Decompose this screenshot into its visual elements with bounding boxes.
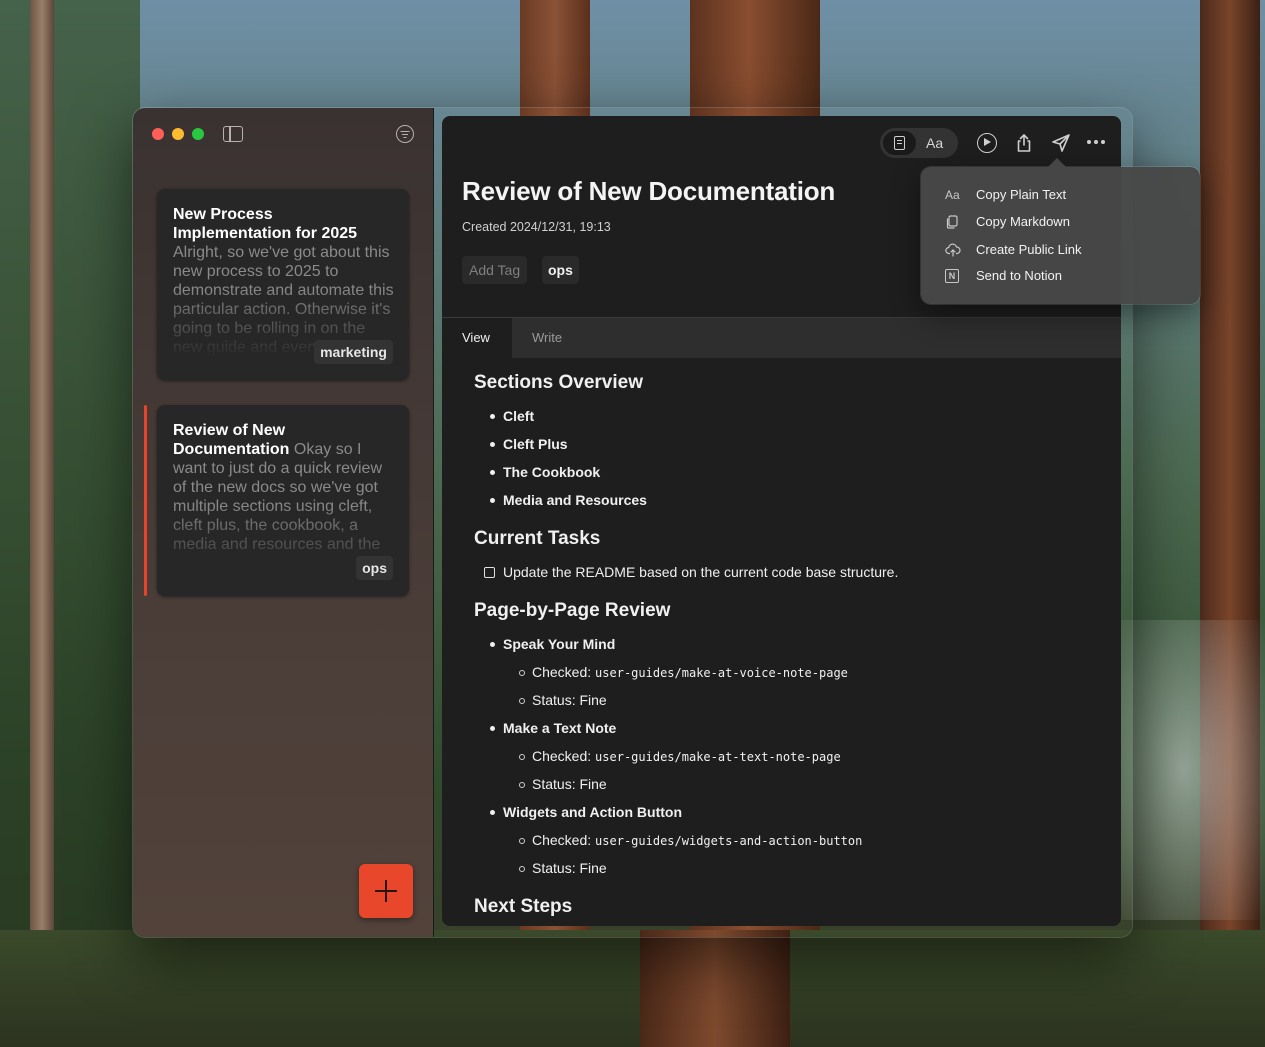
add-tag-button[interactable]: Add Tag [462, 256, 528, 284]
list-item: Make a Text Note [474, 714, 1094, 742]
sub-list-item: Checked: user-guides/make-at-text-note-p… [474, 742, 1094, 770]
display-mode-toggle: Aa [880, 128, 958, 158]
notion-glyph: N [948, 271, 956, 281]
text-format-icon: Aa [945, 188, 960, 202]
tag-chip[interactable]: ops [542, 256, 579, 284]
tab-write[interactable]: Write [512, 318, 582, 358]
more-options-icon[interactable] [1087, 140, 1107, 146]
menu-item-label: Create Public Link [976, 242, 1082, 257]
note-card-selected[interactable]: Review of New Documentation Okay so I wa… [157, 405, 409, 596]
note-tag: ops [356, 556, 393, 580]
selection-indicator [144, 405, 147, 596]
document-mode-button[interactable] [883, 131, 916, 155]
sub-list-item: Status: Fine [474, 854, 1094, 882]
menu-item-label: Copy Plain Text [976, 187, 1067, 202]
page-path: user-guides/make-at-text-note-page [595, 750, 841, 764]
sub-list-item: Checked: user-guides/widgets-and-action-… [474, 826, 1094, 854]
document-icon [894, 136, 905, 150]
section-heading: Page-by-Page Review [474, 600, 671, 621]
notion-icon: N [945, 269, 959, 283]
send-icon[interactable] [1051, 133, 1071, 153]
note-preview: Alright, so we've got about this new pro… [173, 244, 394, 355]
list-item: Widgets and Action Button [474, 798, 1094, 826]
page-path: user-guides/widgets-and-action-button [595, 834, 863, 848]
menu-item-label: Copy Markdown [976, 214, 1070, 229]
section-heading: Current Tasks [474, 528, 601, 549]
checked-label: Checked: [532, 664, 592, 680]
cloud-link-icon [945, 243, 961, 257]
section-heading: Sections Overview [474, 372, 643, 393]
sidebar-toggle-icon[interactable] [223, 126, 243, 142]
list-item: Speak Your Mind [474, 630, 1094, 658]
menu-item-copy-plain-text[interactable]: Aa Copy Plain Text [921, 182, 1200, 208]
note-text: Review of New Documentation Okay so I wa… [173, 421, 395, 571]
page-path: user-guides/make-at-voice-note-page [595, 666, 848, 680]
menu-item-send-to-notion[interactable]: N Send to Notion [921, 263, 1200, 289]
list-item: Media and Resources [474, 486, 1094, 514]
sub-list-item: Status: Fine [474, 770, 1094, 798]
note-title: New Process Implementation for 2025 [173, 206, 358, 242]
share-icon[interactable] [1014, 133, 1034, 153]
wallpaper-foliage [0, 0, 140, 1047]
window-controls [152, 128, 204, 140]
view-write-tabs: View Write [442, 317, 1121, 358]
list-item: Cleft Plus [474, 430, 1094, 458]
wallpaper-ground [0, 930, 1265, 1047]
note-text: New Process Implementation for 2025 Alri… [173, 205, 395, 355]
markdown-view: Sections Overview Cleft Cleft Plus The C… [474, 372, 1094, 920]
checked-label: Checked: [532, 748, 592, 764]
menu-item-label: Send to Notion [976, 268, 1063, 283]
list-item: Cleft [474, 402, 1094, 430]
sub-list-item: Status: Fine [474, 686, 1094, 714]
minimize-window-button[interactable] [172, 128, 184, 140]
new-note-button[interactable] [359, 864, 413, 918]
task-label: Update the README based on the current c… [503, 564, 899, 580]
task-item: Update the README based on the current c… [474, 558, 1094, 586]
list-item: The Cookbook [474, 458, 1094, 486]
task-checkbox[interactable] [484, 567, 495, 578]
tab-view[interactable]: View [442, 318, 512, 358]
font-mode-button[interactable]: Aa [926, 135, 943, 151]
zoom-window-button[interactable] [192, 128, 204, 140]
close-window-button[interactable] [152, 128, 164, 140]
note-title-heading[interactable]: Review of New Documentation [462, 176, 835, 207]
note-tag: marketing [314, 340, 393, 364]
wallpaper-tree [30, 0, 54, 1047]
menu-item-copy-markdown[interactable]: Copy Markdown [921, 209, 1200, 235]
note-card[interactable]: New Process Implementation for 2025 Alri… [157, 189, 409, 380]
share-menu: Aa Copy Plain Text Copy Markdown Create … [921, 158, 1200, 304]
filter-icon[interactable] [396, 125, 414, 143]
copy-document-icon [945, 215, 959, 229]
sidebar: New Process Implementation for 2025 Alri… [133, 108, 434, 937]
play-icon[interactable] [977, 133, 997, 153]
created-timestamp: Created 2024/12/31, 19:13 [462, 220, 611, 234]
sub-list-item: Checked: user-guides/make-at-voice-note-… [474, 658, 1094, 686]
menu-item-create-public-link[interactable]: Create Public Link [921, 237, 1200, 263]
note-title: Review of New Documentation [173, 422, 290, 458]
checked-label: Checked: [532, 832, 592, 848]
wallpaper-tree [640, 930, 790, 1047]
section-heading: Next Steps [474, 896, 573, 917]
